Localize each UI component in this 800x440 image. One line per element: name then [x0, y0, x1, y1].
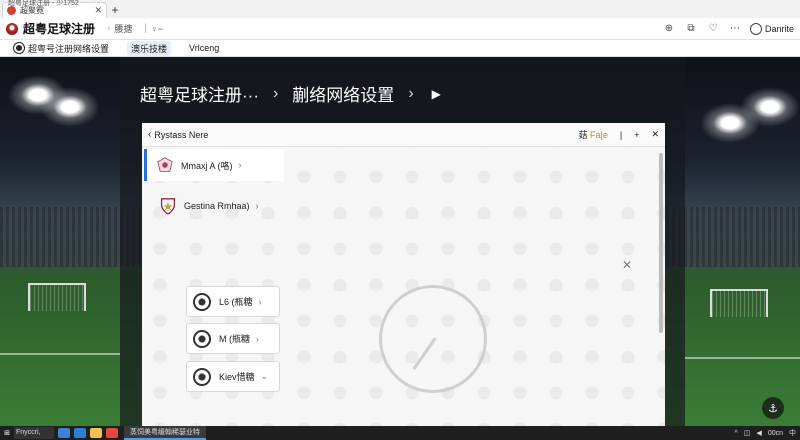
extension-icon[interactable]: ⊕: [660, 20, 678, 38]
system-tray: ^ ◫ ◀ 00cn 中: [729, 428, 800, 438]
pitch-line: [685, 357, 800, 359]
list-item-label: Gestina Rmhaa): [184, 201, 250, 211]
toolbar-separator: ›: [107, 23, 111, 34]
tab-close-icon[interactable]: ✕: [94, 5, 102, 16]
tray-expand-icon[interactable]: ^: [735, 430, 738, 437]
row-close-icon[interactable]: ✕: [622, 258, 632, 272]
play-icon[interactable]: ▶: [432, 87, 441, 101]
chevron-right-icon: ›: [256, 333, 259, 344]
clock-hand: [412, 337, 437, 370]
more-icon[interactable]: ⋯: [726, 20, 744, 38]
divider: |: [619, 129, 623, 140]
sub-item-label: M (瓶糖: [219, 334, 250, 344]
settings-panel: ‹ Rystass Nere 菇 Fa|e | + ✕ Mmaxj A (咯) …: [142, 123, 665, 426]
app-logo-icon: [6, 22, 18, 35]
bookmark-label: 超粤号注册网络设置: [28, 43, 110, 54]
pitch-line: [0, 353, 120, 355]
bookmark-item-active[interactable]: 澳乐技楼: [127, 40, 172, 56]
bookmarks-bar: 超粤号注册网络设置 澳乐技楼 Vrlceng: [0, 40, 800, 57]
bookmark-item[interactable]: Vrlceng: [185, 41, 223, 56]
taskbar-search[interactable]: Fnyccri,: [14, 427, 54, 439]
clock-text[interactable]: 00cn: [768, 430, 783, 437]
list-item-label: Mmaxj A (咯): [181, 160, 233, 171]
shield-crest-icon: [160, 198, 176, 215]
avatar: [749, 22, 762, 35]
soccer-ball-icon: [14, 43, 24, 53]
display-toggle-accent: Fa|e: [589, 130, 608, 140]
copy-icon[interactable]: ⧉: [682, 20, 700, 38]
stadium-background: 超粤足球注册··· › 蒯络网络设置 › ▶ ‹ Rystass Nere 菇 …: [0, 57, 800, 426]
chevron-right-icon: ›: [272, 84, 279, 102]
language-indicator[interactable]: 中: [789, 428, 796, 438]
title-bar: 超粤足球注册 - 少1752 超聚霓 ✕ +: [0, 0, 800, 18]
bookmark-label: 澳乐技楼: [131, 43, 168, 54]
store-icon[interactable]: [74, 428, 86, 438]
bookmark-label: Vrlceng: [189, 43, 220, 53]
taskbar: ⊞ Fnyccri, 蒸饲美粤缓翰稀瑟业特 ^ ◫ ◀ 00cn 中: [0, 426, 800, 440]
close-button[interactable]: ✕: [651, 129, 659, 140]
new-tab-button[interactable]: +: [107, 2, 123, 18]
sub-list-item[interactable]: L6 (瓶糖 ›: [186, 286, 280, 317]
panel-header: ‹ Rystass Nere 菇 Fa|e | + ✕: [142, 123, 665, 147]
chevron-right-icon: ›: [408, 84, 414, 102]
taskbar-active-window[interactable]: 蒸饲美粤缓翰稀瑟业特: [124, 426, 206, 440]
breadcrumb-item[interactable]: 蒯络网络设置: [292, 81, 394, 106]
anchor-icon[interactable]: ⚓: [762, 397, 784, 419]
watermark-clock-icon: [379, 285, 487, 393]
chevron-right-icon: ›: [238, 160, 242, 170]
favorite-icon[interactable]: ♡: [704, 20, 722, 38]
breadcrumb: 超粤足球注册··· › 蒯络网络设置 › ▶: [140, 81, 441, 106]
user-profile-button[interactable]: Danrite: [749, 22, 794, 35]
scrollbar[interactable]: [659, 153, 663, 333]
sub-list-item[interactable]: M (瓶糖 ›: [186, 323, 280, 354]
windows-start-icon[interactable]: ⊞: [0, 429, 14, 437]
list-item[interactable]: Gestina Rmhaa) ›: [150, 191, 290, 221]
chevron-down-icon: ⌄: [260, 371, 269, 381]
team-crest-icon: [157, 157, 173, 172]
app-toolbar: 超粤足球注册 › 腰搪 | ♀~ ⊕ ⧉ ♡ ⋯ Danrite: [0, 18, 800, 40]
panel-title: Rystass Nere: [154, 129, 209, 140]
sub-item-label: Kiev惜糖: [219, 372, 255, 382]
floodlight-icon: [740, 87, 800, 127]
display-toggle-prefix: 菇: [578, 130, 588, 140]
add-button[interactable]: +: [634, 130, 639, 140]
app-window: 超粤足球注册 - 少1752 超聚霓 ✕ + 超粤足球注册 › 腰搪 | ♀~ …: [0, 0, 800, 440]
chevron-right-icon: ›: [258, 296, 262, 307]
soccer-ball-icon: [193, 367, 211, 386]
display-toggle[interactable]: 菇 Fa|e: [566, 128, 607, 141]
volume-icon[interactable]: ◀: [756, 429, 761, 437]
floodlight-icon: [40, 87, 100, 127]
goal-net: [710, 289, 768, 317]
back-icon[interactable]: ‹: [148, 129, 151, 140]
soccer-ball-icon: [193, 329, 211, 348]
edge-icon[interactable]: [58, 428, 70, 438]
list-item[interactable]: Mmaxj A (咯) ›: [144, 149, 284, 181]
toolbar-menu-item[interactable]: ♀~: [151, 24, 163, 34]
breadcrumb-item[interactable]: 超粤足球注册···: [140, 81, 259, 106]
toolbar-nav-item[interactable]: 腰搪: [114, 22, 132, 35]
chevron-right-icon: ›: [255, 201, 259, 211]
sub-list-item[interactable]: Kiev惜糖 ⌄: [186, 361, 280, 392]
toolbar-divider: |: [144, 23, 147, 34]
chrome-icon[interactable]: [106, 428, 118, 438]
network-icon[interactable]: ◫: [744, 429, 751, 437]
folder-icon[interactable]: [90, 428, 102, 438]
goal-net: [28, 283, 86, 311]
sub-item-label: L6 (瓶糖: [219, 297, 253, 307]
window-caption: 超粤足球注册 - 少1752: [8, 0, 79, 7]
app-title[interactable]: 超粤足球注册: [23, 20, 95, 37]
bookmark-item[interactable]: 超粤号注册网络设置: [10, 41, 113, 56]
user-name: Danrite: [764, 23, 794, 34]
taskbar-window-label: 蒸饲美粤缓翰稀瑟业特: [130, 429, 200, 436]
soccer-ball-icon: [193, 292, 211, 311]
